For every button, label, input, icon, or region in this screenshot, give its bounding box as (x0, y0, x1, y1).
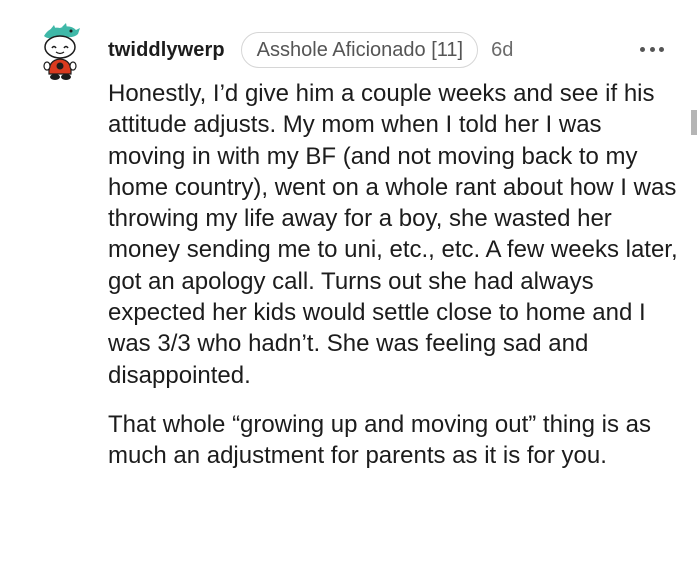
comment-body: Honestly, I’d give him a couple weeks an… (108, 78, 683, 472)
comment-paragraph: Honestly, I’d give him a couple weeks an… (108, 80, 678, 389)
more-dot (649, 46, 655, 52)
comment-paragraph: That whole “growing up and moving out” t… (108, 410, 651, 470)
snoo-avatar-icon (43, 23, 80, 80)
more-dot (659, 46, 664, 52)
scrollbar-thumb[interactable] (691, 110, 697, 135)
more-options-icon[interactable] (640, 44, 664, 54)
comment-timestamp: 6d (491, 38, 514, 61)
username-link[interactable]: twiddlywerp (108, 39, 225, 62)
user-avatar[interactable] (36, 22, 86, 82)
comment-header: twiddlywerp Asshole Aficionado [11] 6d (108, 31, 513, 69)
comment: twiddlywerp Asshole Aficionado [11] 6d H… (0, 0, 700, 568)
more-dot (640, 46, 645, 52)
user-flair: Asshole Aficionado [11] (240, 32, 479, 68)
